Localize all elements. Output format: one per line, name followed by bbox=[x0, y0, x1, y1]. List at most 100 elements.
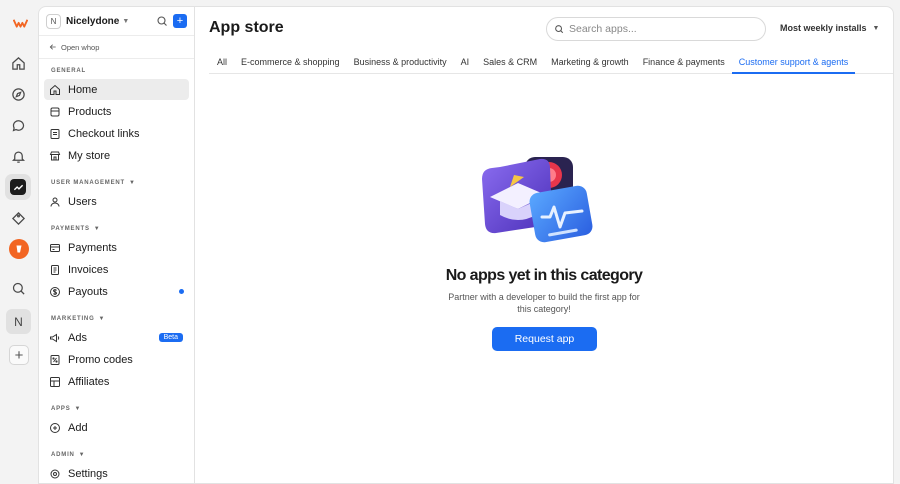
percent-icon bbox=[50, 354, 60, 365]
tab-business-productivity[interactable]: Business & productivity bbox=[347, 51, 454, 74]
sidebar-item-my-store[interactable]: My store bbox=[44, 145, 189, 166]
section-label: APPS bbox=[51, 406, 71, 412]
user-icon bbox=[50, 197, 60, 207]
sidebar-item-invoices[interactable]: Invoices bbox=[44, 259, 189, 280]
sidebar-item-home[interactable]: Home bbox=[44, 79, 189, 100]
home-icon bbox=[50, 84, 60, 95]
chevron-down-icon: ▼ bbox=[93, 226, 101, 232]
arrow-left-icon bbox=[49, 44, 56, 50]
sidebar-item-label: Add bbox=[68, 421, 88, 434]
add-workspace-button[interactable]: + bbox=[9, 345, 29, 365]
chat-icon[interactable] bbox=[5, 112, 31, 138]
search-icon bbox=[555, 25, 564, 34]
chevron-down-icon: ▼ bbox=[129, 180, 136, 186]
chevron-down-icon: ▼ bbox=[872, 24, 880, 32]
sort-dropdown[interactable]: Most weekly installs ▼ bbox=[780, 23, 879, 33]
workspace-header: N Nicelydone ▼ + bbox=[39, 7, 194, 36]
sidebar-item-users[interactable]: Users bbox=[44, 191, 189, 212]
invoice-icon bbox=[51, 264, 59, 275]
sidebar-item-payments[interactable]: Payments bbox=[44, 237, 189, 258]
search-input[interactable] bbox=[569, 23, 749, 35]
tab-finance-payments[interactable]: Finance & payments bbox=[636, 51, 732, 74]
section-payments[interactable]: PAYMENTS ▼ bbox=[39, 222, 194, 236]
search-icon[interactable] bbox=[5, 275, 31, 301]
chevron-down-icon: ▼ bbox=[78, 452, 86, 458]
sidebar-item-label: Payments bbox=[68, 241, 117, 254]
page-title: App store bbox=[209, 19, 284, 36]
request-app-button[interactable]: Request app bbox=[492, 327, 597, 351]
sidebar-item-ads[interactable]: Ads Beta bbox=[44, 327, 189, 348]
tab-all[interactable]: All bbox=[209, 51, 234, 74]
workspace-badge: N bbox=[46, 13, 61, 29]
tag-icon[interactable] bbox=[5, 205, 31, 231]
community-app-icon[interactable] bbox=[9, 239, 29, 259]
sidebar-item-label: Checkout links bbox=[68, 127, 140, 140]
section-label: PAYMENTS bbox=[51, 226, 90, 232]
section-marketing[interactable]: MARKETING ▼ bbox=[39, 312, 194, 326]
section-general: GENERAL bbox=[39, 64, 194, 78]
open-whop-link[interactable]: Open whop bbox=[39, 36, 194, 59]
tab-sales-crm[interactable]: Sales & CRM bbox=[476, 51, 544, 74]
whop-logo-icon[interactable] bbox=[7, 10, 33, 36]
sidebar-item-label: Users bbox=[68, 195, 97, 208]
workspace-switcher[interactable]: N bbox=[6, 309, 31, 334]
beta-badge: Beta bbox=[158, 333, 183, 342]
sidebar-item-settings[interactable]: Settings bbox=[44, 463, 189, 483]
home-icon[interactable] bbox=[5, 50, 31, 76]
sidebar-item-add[interactable]: Add bbox=[44, 417, 189, 438]
chevron-down-icon: ▼ bbox=[74, 406, 82, 412]
tab-ai[interactable]: AI bbox=[454, 51, 477, 74]
megaphone-icon bbox=[50, 333, 60, 342]
tab-e-commerce[interactable]: E-commerce & shopping bbox=[234, 51, 347, 74]
gear-icon bbox=[50, 469, 60, 478]
sidebar-item-products[interactable]: Products bbox=[44, 101, 189, 122]
chevron-down-icon[interactable]: ▼ bbox=[122, 18, 129, 25]
section-label: MARKETING bbox=[51, 316, 95, 322]
sidebar-item-label: Promo codes bbox=[68, 353, 133, 366]
sidebar-item-label: Home bbox=[68, 83, 98, 96]
open-whop-label: Open whop bbox=[61, 42, 100, 52]
sidebar-item-label: My store bbox=[68, 149, 111, 162]
empty-state-title: No apps yet in this category bbox=[445, 267, 643, 284]
section-admin[interactable]: ADMIN ▼ bbox=[39, 448, 194, 462]
sidebar-item-affiliates[interactable]: Affiliates bbox=[44, 371, 189, 392]
credit-card-icon bbox=[50, 243, 60, 252]
empty-state-subtitle: Partner with a developer to build the fi… bbox=[448, 292, 640, 314]
dollar-icon bbox=[50, 286, 60, 297]
sidebar-item-label: Payouts bbox=[68, 285, 108, 298]
sidebar: N Nicelydone ▼ + Open whop GENERAL Home … bbox=[38, 6, 194, 484]
sidebar-item-label: Ads bbox=[68, 331, 87, 344]
section-user-management[interactable]: USER MANAGEMENT ▼ bbox=[39, 176, 194, 190]
sidebar-item-promo-codes[interactable]: Promo codes bbox=[44, 349, 189, 370]
add-icon[interactable]: + bbox=[173, 14, 187, 28]
sort-label: Most weekly installs bbox=[780, 23, 867, 33]
tab-marketing-growth[interactable]: Marketing & growth bbox=[544, 51, 636, 74]
main-panel: App store Most weekly installs ▼ All E-c… bbox=[194, 6, 894, 484]
bell-icon[interactable] bbox=[5, 143, 31, 169]
affiliate-icon bbox=[50, 376, 60, 387]
receipt-icon bbox=[50, 128, 60, 139]
section-label: GENERAL bbox=[51, 68, 86, 74]
empty-state-illustration bbox=[482, 157, 593, 243]
section-label: ADMIN bbox=[51, 452, 75, 458]
workspace-name[interactable]: Nicelydone bbox=[66, 16, 119, 27]
section-label: USER MANAGEMENT bbox=[51, 180, 126, 186]
sidebar-item-label: Affiliates bbox=[68, 375, 110, 388]
plus-circle-icon bbox=[50, 422, 60, 433]
app-rail: N + bbox=[0, 0, 38, 484]
box-icon bbox=[50, 107, 60, 116]
sidebar-item-checkout-links[interactable]: Checkout links bbox=[44, 123, 189, 144]
sidebar-item-label: Invoices bbox=[68, 263, 109, 276]
search-box[interactable] bbox=[546, 17, 766, 41]
tab-customer-support[interactable]: Customer support & agents bbox=[731, 51, 856, 74]
sidebar-item-label: Products bbox=[68, 105, 112, 118]
chevron-down-icon: ▼ bbox=[98, 316, 106, 322]
category-tabs: All E-commerce & shopping Business & pro… bbox=[209, 51, 893, 74]
sidebar-item-payouts[interactable]: Payouts bbox=[44, 281, 189, 302]
section-apps[interactable]: APPS ▼ bbox=[39, 402, 194, 416]
search-icon[interactable] bbox=[156, 15, 168, 27]
compass-icon[interactable] bbox=[5, 81, 31, 107]
notification-dot bbox=[179, 289, 184, 294]
dashboard-icon[interactable] bbox=[5, 174, 31, 200]
store-icon bbox=[49, 151, 61, 160]
